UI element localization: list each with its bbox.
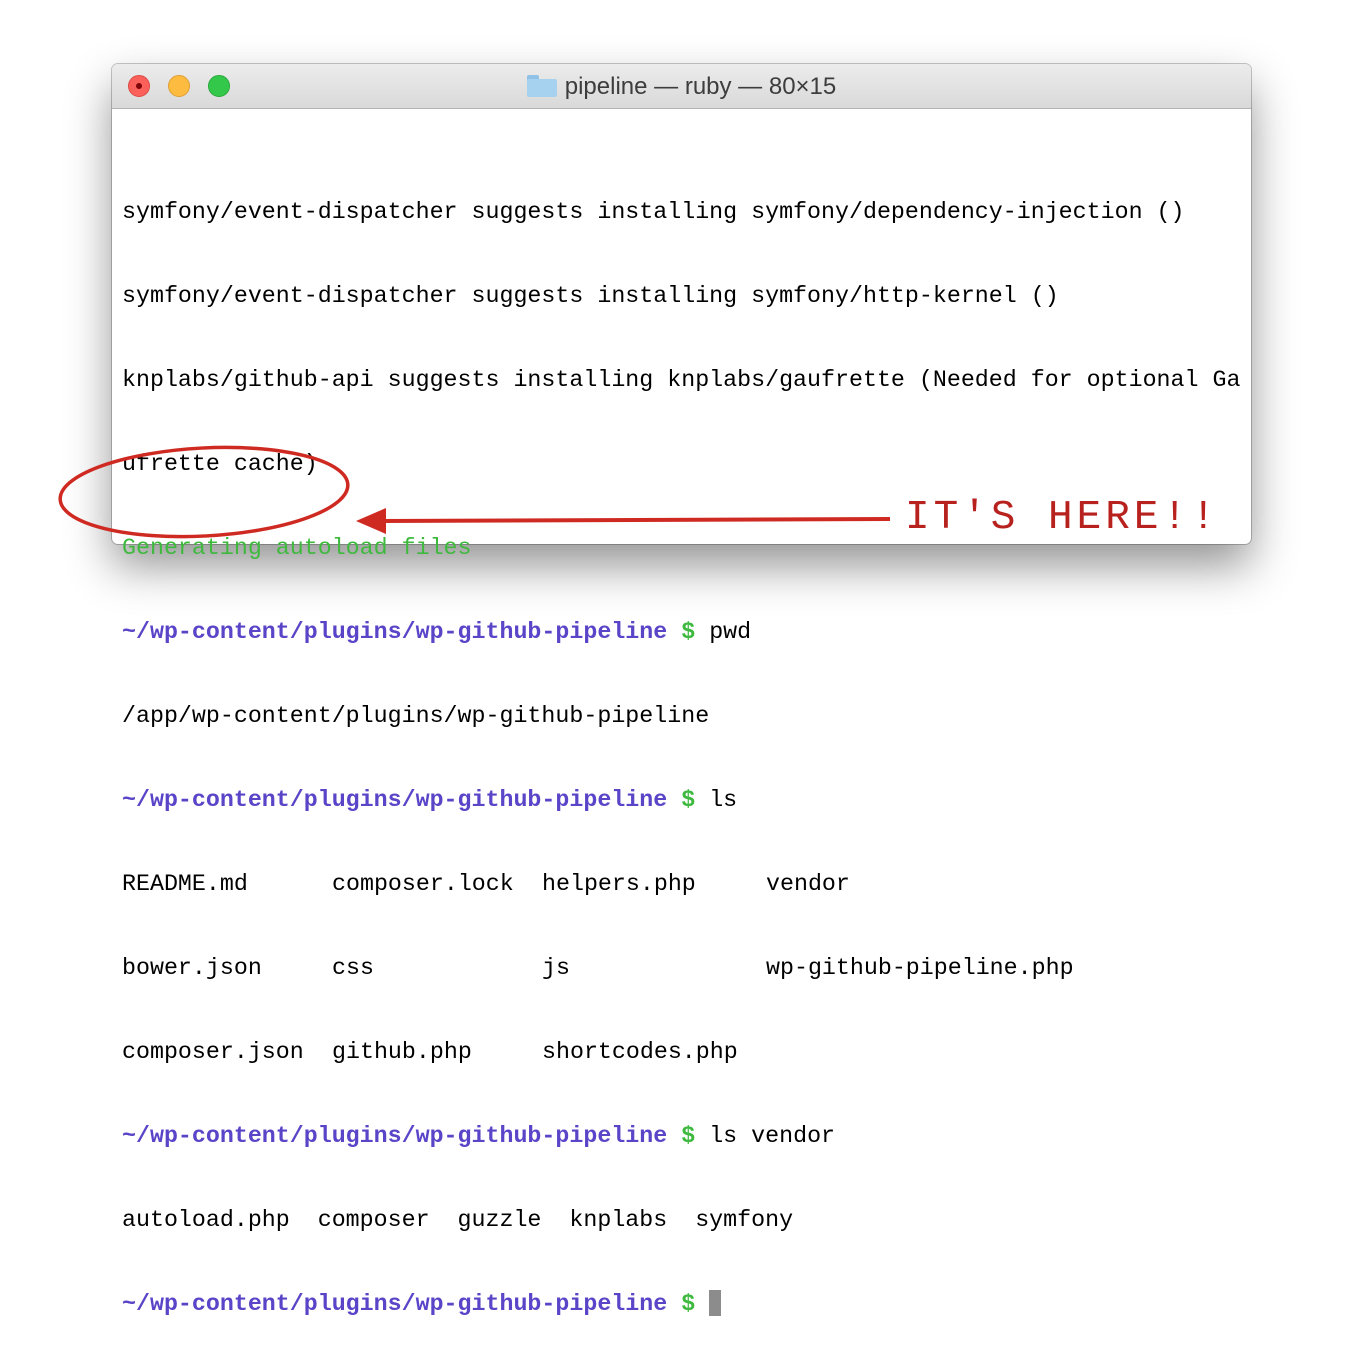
annotation-overlay <box>58 445 891 539</box>
file-name: js <box>542 955 570 981</box>
prompt-line-active: ~/wp-content/plugins/wp-github-pipeline … <box>122 1290 1364 1318</box>
ls-row: composer.json github.php shortcodes.php <box>122 1038 1364 1066</box>
arrow-head-icon <box>356 508 386 534</box>
prompt-path: ~/wp-content/plugins/wp-github-pipeline <box>122 1123 668 1149</box>
file-name: composer.json <box>122 1039 304 1065</box>
annotation-label: IT'S HERE!! <box>905 495 1220 541</box>
file-name: github.php <box>332 1039 472 1065</box>
file-name: shortcodes.php <box>542 1039 738 1065</box>
ls-row: bower.json css js wp-github-pipeline.php <box>122 954 1364 982</box>
file-name: README.md <box>122 871 248 897</box>
highlight-circle <box>58 445 350 539</box>
text-cursor[interactable] <box>709 1290 722 1316</box>
prompt-line: ~/wp-content/plugins/wp-github-pipeline … <box>122 1122 1364 1150</box>
prompt-symbol: $ <box>681 787 696 813</box>
output-line: autoload.php composer guzzle knplabs sym… <box>122 1207 794 1233</box>
prompt-symbol: $ <box>681 1291 696 1317</box>
ls-row: README.md composer.lock helpers.php vendor <box>122 870 1364 898</box>
command-text: ls vendor <box>709 1123 836 1149</box>
output-line: /app/wp-content/plugins/wp-github-pipeli… <box>122 703 710 729</box>
file-name: css <box>332 955 374 981</box>
file-name: vendor <box>766 871 850 897</box>
file-name: bower.json <box>122 955 262 981</box>
prompt-path: ~/wp-content/plugins/wp-github-pipeline <box>122 787 668 813</box>
command-text: ls <box>709 787 738 813</box>
arrow-shaft <box>379 517 891 523</box>
file-name: wp-github-pipeline.php <box>766 955 1074 981</box>
prompt-path: ~/wp-content/plugins/wp-github-pipeline <box>122 1291 668 1317</box>
file-name: helpers.php <box>542 871 696 897</box>
prompt-line: ~/wp-content/plugins/wp-github-pipeline … <box>122 786 1364 814</box>
prompt-symbol: $ <box>681 1123 696 1149</box>
file-name: composer.lock <box>332 871 514 897</box>
